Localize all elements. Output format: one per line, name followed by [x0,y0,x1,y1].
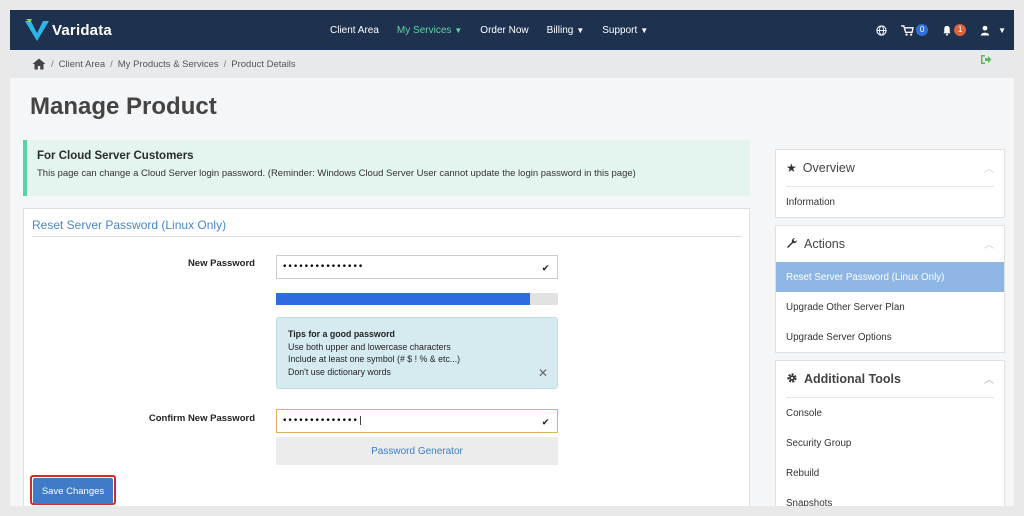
confirm-password-input[interactable]: ••••••••••••••| ✔ [276,409,558,433]
new-password-value: ••••••••••••••• [282,262,364,272]
confirm-password-value: ••••••••••••••| [282,416,364,426]
cart-icon [901,24,914,36]
home-icon[interactable] [32,58,46,70]
sidebar-item-snapshots[interactable]: Snapshots [776,488,1004,507]
new-password-label: New Password [187,258,255,269]
chevron-up-icon[interactable]: ︿ [984,371,994,386]
chevron-up-icon[interactable]: ︿ [984,160,994,175]
confirm-password-label: Confirm New Password [148,413,255,424]
tools-panel: Additional Tools ︿ Console Security Grou… [775,360,1005,506]
nav-support-label: Support [602,24,638,36]
card-title: Reset Server Password (Linux Only) [32,218,227,232]
sidebar-item-upgrade-options[interactable]: Upgrade Server Options [776,322,1004,352]
caret-down-icon: ▼ [998,25,1006,35]
globe-icon[interactable] [876,24,887,36]
sidebar-item-rebuild[interactable]: Rebuild [776,458,1004,488]
nav-billing[interactable]: Billing ▼ [547,25,585,36]
tools-title: Additional Tools [804,372,901,386]
breadcrumb-separator: / [110,58,113,70]
cart-count-badge: 0 [916,24,929,36]
page-title: Manage Product [30,93,217,120]
sidebar-item-security-group[interactable]: Security Group [776,428,1004,458]
brand-name: Varidata [52,21,112,39]
caret-down-icon: ▼ [576,25,585,35]
alert-text: This page can change a Cloud Server logi… [37,168,636,179]
breadcrumb-separator: / [51,58,54,70]
close-icon[interactable]: ✕ [538,366,548,380]
breadcrumb: / Client Area / My Products & Services /… [10,50,1014,78]
tips-line: Include at least one symbol (# $ ! % & e… [288,354,461,364]
info-alert: For Cloud Server Customers This page can… [23,140,750,196]
breadcrumb-separator: / [223,58,227,70]
password-strength-fill [276,293,530,305]
notification-count-badge: 1 [954,24,967,36]
alert-title: For Cloud Server Customers [37,150,194,162]
notifications-button[interactable]: 1 [942,24,967,36]
actions-title: Actions [804,237,845,251]
nav-client-area[interactable]: Client Area [330,25,379,36]
gear-icon [786,372,798,387]
sidebar-item-information[interactable]: Information [776,187,1004,217]
overview-panel: ★ Overview ︿ Information [775,149,1005,218]
caret-down-icon: ▼ [454,25,463,35]
overview-title: Overview [802,161,855,175]
nav-my-services[interactable]: My Services ▼ [397,25,462,36]
nav-my-services-label: My Services [396,24,452,36]
sidebar-item-reset-password[interactable]: Reset Server Password (Linux Only) [776,262,1004,292]
new-password-input[interactable]: ••••••••••••••• ✔ [276,255,558,279]
top-navbar: Varidata Client Area My Services ▼ Order … [10,10,1014,50]
check-icon: ✔ [542,261,549,274]
caret-down-icon: ▼ [640,25,649,35]
actions-panel-header[interactable]: Actions ︿ [776,226,1004,262]
browser-frame: Varidata Client Area My Services ▼ Order … [10,10,1014,506]
overview-panel-header[interactable]: ★ Overview ︿ [776,150,1004,186]
breadcrumb-product-details: Product Details [231,58,296,70]
reset-password-card: Reset Server Password (Linux Only) New P… [23,208,750,506]
breadcrumb-client-area[interactable]: Client Area [59,59,105,70]
check-icon: ✔ [542,415,549,428]
cart-button[interactable]: 0 [901,24,929,36]
tips-title: Tips for a good password [288,329,395,339]
sidebar-item-upgrade-plan[interactable]: Upgrade Other Server Plan [776,292,1004,322]
main-nav: Client Area My Services ▼ Order Now Billi… [330,10,666,50]
password-generator-button[interactable]: Password Generator [276,437,558,465]
logout-icon[interactable] [980,54,992,68]
password-strength-bar [276,293,558,305]
divider [32,236,742,237]
user-menu-button[interactable]: ▼ [980,25,1006,36]
chevron-up-icon[interactable]: ︿ [984,236,994,251]
breadcrumb-products[interactable]: My Products & Services [118,59,219,70]
actions-panel: Actions ︿ Reset Server Password (Linux O… [775,225,1005,353]
nav-support[interactable]: Support ▼ [602,25,648,36]
tips-line: Don't use dictionary words [288,366,391,377]
nav-utilities: 0 1 ▼ [862,10,1006,50]
user-icon [980,25,990,36]
password-tips-box: Tips for a good password Use both upper … [276,317,558,389]
save-changes-button[interactable]: Save Changes [33,478,113,504]
star-icon: ★ [786,161,797,175]
nav-billing-label: Billing [546,24,574,36]
tools-panel-header[interactable]: Additional Tools ︿ [776,361,1004,397]
tips-line: Use both upper and lowercase characters [288,341,451,352]
sidebar-item-console[interactable]: Console [776,398,1004,428]
wrench-icon [786,237,798,252]
bell-icon [943,25,951,36]
logo[interactable]: Varidata [24,14,134,46]
varidata-logo-icon [25,19,49,41]
nav-order-now[interactable]: Order Now [480,25,528,36]
